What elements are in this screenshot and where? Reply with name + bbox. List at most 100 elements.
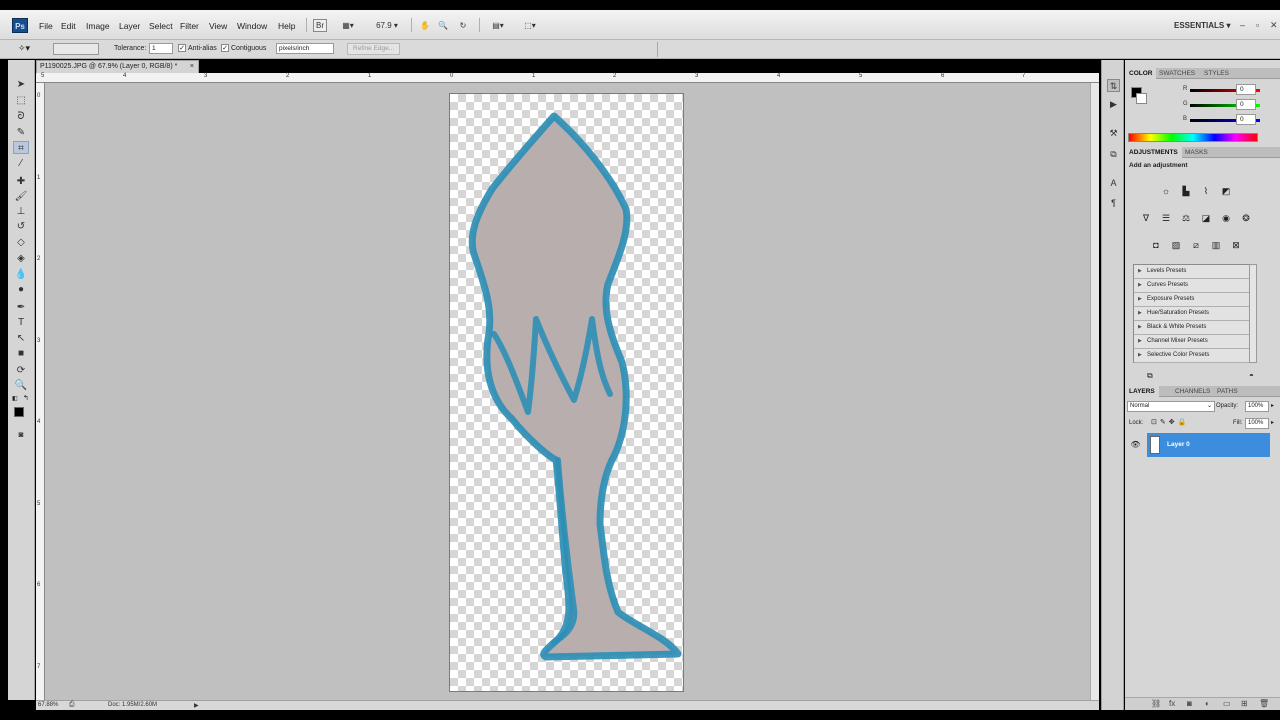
restore-icon[interactable]: ▫ [1256,20,1259,30]
status-export-icon[interactable]: ⎙ [69,701,75,709]
menu-window[interactable]: Window [237,21,267,31]
shape-tool-icon[interactable]: ■ [13,347,29,360]
menu-layer[interactable]: Layer [119,21,140,31]
selection-mode-buttons[interactable] [53,43,99,55]
fill-arrow-icon[interactable]: ▸ [1271,419,1274,426]
fill-input[interactable]: 100% [1245,418,1269,429]
threshold-icon[interactable]: ⧄ [1189,239,1203,252]
antialias-checkbox[interactable]: ✓ [178,44,186,52]
paragraph-panel-icon[interactable]: ¶ [1107,197,1120,210]
actions-panel-icon[interactable]: ▶ [1107,98,1120,111]
list-item[interactable]: Channel Mixer Presets [1134,335,1250,349]
color-balance-icon[interactable]: ⚖ [1179,212,1193,225]
green-value-input[interactable]: 0 [1236,99,1256,110]
tolerance-input[interactable]: 1 [149,43,173,54]
layer-row[interactable]: Layer 0 [1147,433,1270,457]
menu-edit[interactable]: Edit [61,21,76,31]
curves-icon[interactable]: ⌇ [1199,185,1213,198]
list-item[interactable]: Levels Presets [1134,265,1250,279]
selective-color-icon[interactable]: ⊠ [1229,239,1243,252]
opacity-arrow-icon[interactable]: ▸ [1271,402,1274,409]
type-tool-icon[interactable]: T [13,316,29,329]
levels-icon[interactable]: ▙ [1179,185,1193,198]
screen-mode-icon[interactable]: ⬚▾ [518,19,542,32]
clone-stamp-tool-icon[interactable]: ⊥ [13,205,29,218]
vibrance-icon[interactable]: ∇ [1139,212,1153,225]
tab-channels[interactable]: CHANNELS [1171,386,1214,397]
close-document-icon[interactable]: × [190,61,194,73]
dodge-tool-icon[interactable]: ● [13,283,29,296]
history-brush-tool-icon[interactable]: ↺ [13,220,29,233]
workspace-switcher[interactable]: ESSENTIALS ▾ [1174,21,1230,30]
rotate-view-icon[interactable]: ↻ [456,19,470,32]
black-white-icon[interactable]: ◪ [1199,212,1213,225]
invert-icon[interactable]: ◘ [1149,239,1163,252]
tab-masks[interactable]: MASKS [1181,147,1212,158]
status-menu-arrow-icon[interactable]: ▶ [194,702,199,709]
crop-tool-icon[interactable]: ⌗ [13,141,29,154]
list-item[interactable]: Black & White Presets [1134,321,1250,335]
tool-presets-icon[interactable]: ⚒ [1107,127,1120,140]
layer-visibility-eye-icon[interactable]: 👁 [1129,433,1142,457]
posterize-icon[interactable]: ▨ [1169,239,1183,252]
link-layers-icon[interactable]: ⛓ [1151,699,1161,708]
bridge-button[interactable]: Br [313,19,327,32]
move-tool-icon[interactable]: ➤ [13,78,29,91]
menu-help[interactable]: Help [278,21,295,31]
presets-scrollbar[interactable] [1249,264,1257,363]
paint-bucket-tool-icon[interactable]: ◈ [13,252,29,265]
menu-filter[interactable]: Filter [180,21,199,31]
blur-tool-icon[interactable]: 💧 [13,268,29,281]
vertical-scrollbar[interactable] [1090,83,1099,700]
hue-saturation-icon[interactable]: ☰ [1159,212,1173,225]
tab-color[interactable]: COLOR [1125,68,1157,79]
menu-image[interactable]: Image [86,21,110,31]
tab-styles[interactable]: STYLES [1200,68,1233,79]
units-dropdown[interactable]: pixels/inch [276,43,334,54]
new-group-icon[interactable]: ▭ [1223,699,1231,708]
zoom-tool-icon[interactable]: 🔍 [436,19,450,32]
swap-colors-icon[interactable]: ↰ [23,394,29,402]
clip-to-layer-icon[interactable]: ⧉ [1147,371,1153,381]
refine-edge-button[interactable]: Refine Edge... [347,43,401,55]
tab-adjustments[interactable]: ADJUSTMENTS [1125,147,1182,158]
list-item[interactable]: Curves Presets [1134,279,1250,293]
new-layer-icon[interactable]: ⊞ [1241,699,1248,708]
exposure-icon[interactable]: ◩ [1219,185,1233,198]
lock-options-icon[interactable]: ⊡✎✥🔒 [1151,418,1189,426]
healing-brush-tool-icon[interactable]: ✚ [13,175,29,188]
brush-tool-icon[interactable]: 🖌 [13,190,29,203]
menu-select[interactable]: Select [149,21,173,31]
photo-filter-icon[interactable]: ◉ [1219,212,1233,225]
quick-mask-icon[interactable]: ◙ [13,428,29,441]
eyedropper-tool-icon[interactable]: ⁄ [13,157,29,170]
opacity-input[interactable]: 100% [1245,401,1269,412]
image-canvas[interactable] [449,93,684,692]
blend-mode-dropdown[interactable]: Normal ⌄ [1127,401,1215,412]
menu-file[interactable]: File [39,21,53,31]
foreground-color-swatch[interactable] [14,407,24,417]
status-zoom[interactable]: 67.88% [38,702,58,708]
minimize-icon[interactable]: – [1240,20,1245,30]
contiguous-checkbox[interactable]: ✓ [221,44,229,52]
path-selection-tool-icon[interactable]: ↖ [13,332,29,345]
menu-view[interactable]: View [209,21,227,31]
arrange-documents-icon[interactable]: ▤▾ [486,19,510,32]
color-spectrum-bar[interactable] [1128,133,1258,142]
brightness-contrast-icon[interactable]: ☼ [1159,185,1173,198]
3d-rotate-tool-icon[interactable]: ⟳ [13,364,29,377]
delete-layer-icon[interactable]: 🗑 [1259,699,1269,708]
close-icon[interactable]: ✕ [1270,20,1278,31]
pen-tool-icon[interactable]: ✒ [13,301,29,314]
list-item[interactable]: Exposure Presets [1134,293,1250,307]
list-item[interactable]: Hue/Saturation Presets [1134,307,1250,321]
gradient-map-icon[interactable]: ▥ [1209,239,1223,252]
clone-source-icon[interactable]: ⧉ [1107,148,1120,161]
magic-wand-icon[interactable]: ✧▾ [18,43,30,54]
quick-selection-tool-icon[interactable]: ✎ [13,126,29,139]
tab-swatches[interactable]: SWATCHES [1155,68,1199,79]
channel-mixer-icon[interactable]: ❂ [1239,212,1253,225]
hand-tool-icon[interactable]: ✋ [418,19,432,32]
default-colors-icon[interactable]: ◧ [12,395,18,402]
history-panel-icon[interactable]: ⇅ [1107,79,1120,92]
